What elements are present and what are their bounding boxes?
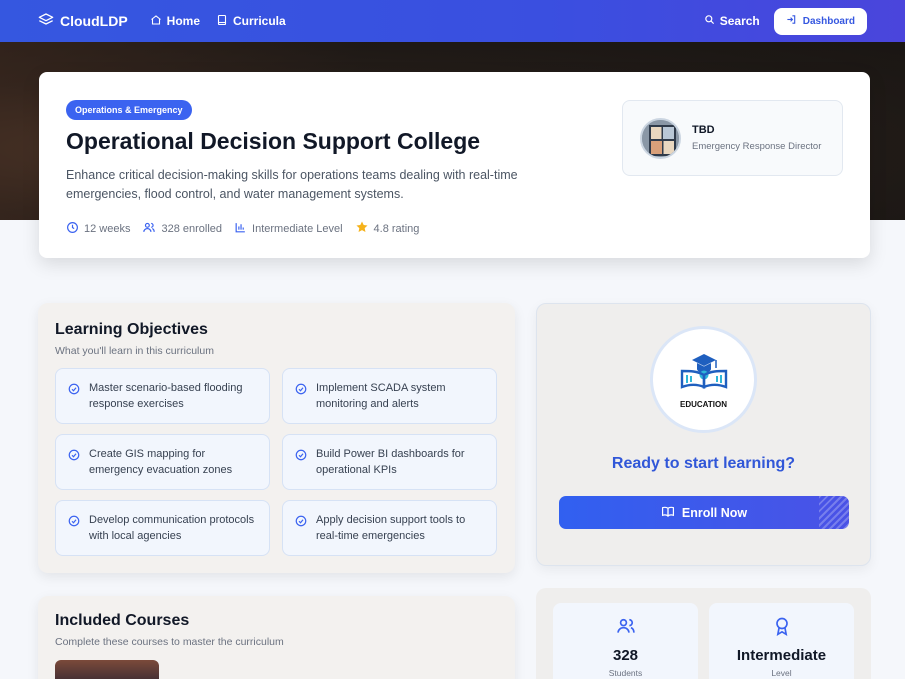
clock-icon: [66, 221, 79, 237]
open-book-icon: [661, 505, 675, 521]
instructor-role: Emergency Response Director: [692, 141, 822, 152]
ready-heading: Ready to start learning?: [611, 455, 796, 472]
nav-search-button[interactable]: Search: [704, 14, 760, 28]
nav-curricula-label: Curricula: [233, 14, 286, 28]
included-courses-card: Included Courses Complete these courses …: [38, 596, 515, 679]
meta-level: Intermediate Level: [234, 221, 343, 237]
level-stat: Intermediate Level: [709, 603, 854, 679]
meta-duration: 12 weeks: [66, 221, 130, 237]
graduation-book-icon: [674, 351, 734, 396]
education-logo-text: EDUCATION: [680, 399, 727, 409]
award-icon: [772, 616, 792, 641]
students-stat: 328 Students: [553, 603, 698, 679]
check-circle-icon: [295, 449, 307, 466]
curriculum-description: Enhance critical decision-making skills …: [66, 168, 518, 201]
top-navbar: CloudLDP Home Curricula Search Dashboard: [0, 0, 905, 42]
enroll-now-label: Enroll Now: [681, 505, 748, 520]
meta-rating: 4.8 rating: [355, 220, 420, 237]
check-circle-icon: [68, 383, 80, 400]
students-label: Students: [608, 668, 643, 678]
objective-text: Implement SCADA system monitoring and al…: [316, 382, 446, 410]
search-icon: [704, 14, 715, 28]
check-circle-icon: [68, 515, 80, 532]
courses-title: Included Courses: [55, 612, 190, 629]
objective-text: Apply decision support tools to real-tim…: [316, 514, 466, 542]
objective-text: Develop communication protocols with loc…: [89, 514, 255, 542]
bar-chart-icon: [234, 221, 247, 237]
nav-search-label: Search: [719, 14, 760, 28]
enroll-card: EDUCATION Ready to start learning? Enrol…: [536, 303, 871, 566]
curriculum-header-card: Operations & Emergency Operational Decis…: [39, 72, 870, 258]
meta-level-text: Intermediate Level: [252, 222, 343, 235]
instructor-name: TBD: [692, 124, 715, 136]
objectives-title: Learning Objectives: [55, 321, 208, 338]
objective-item: Develop communication protocols with loc…: [55, 500, 270, 556]
brand-name: CloudLDP: [60, 13, 128, 29]
objective-text: Master scenario-based flooding response …: [89, 382, 243, 410]
login-icon: [786, 14, 797, 28]
learning-objectives-card: Learning Objectives What you'll learn in…: [38, 303, 515, 573]
meta-rating-text: 4.8 rating: [373, 222, 420, 235]
meta-duration-text: 12 weeks: [84, 222, 131, 235]
star-icon: [355, 220, 369, 237]
objective-text: Build Power BI dashboards for operationa…: [316, 448, 465, 476]
check-circle-icon: [295, 383, 307, 400]
avatar: [640, 117, 681, 159]
check-circle-icon: [295, 515, 307, 532]
objective-item: Implement SCADA system monitoring and al…: [282, 368, 497, 424]
objective-item: Create GIS mapping for emergency evacuat…: [55, 434, 270, 490]
objective-text: Create GIS mapping for emergency evacuat…: [89, 448, 233, 476]
dashboard-button[interactable]: Dashboard: [773, 7, 867, 35]
nav-home-label: Home: [166, 14, 200, 28]
home-icon: [150, 14, 162, 29]
objectives-subtitle: What you'll learn in this curriculum: [55, 345, 214, 357]
instructor-card[interactable]: TBD Emergency Response Director: [622, 100, 843, 176]
users-icon: [616, 616, 636, 641]
education-logo: EDUCATION: [650, 326, 757, 433]
book-icon: [216, 14, 228, 29]
students-value: 328: [612, 647, 639, 664]
courses-subtitle: Complete these courses to master the cur…: [55, 636, 284, 648]
enroll-now-button[interactable]: Enroll Now: [559, 496, 849, 529]
curriculum-meta: 12 weeks 328 enrolled Intermediate Level…: [66, 220, 843, 237]
check-circle-icon: [68, 449, 80, 466]
brand-logo[interactable]: CloudLDP: [38, 12, 128, 31]
dashboard-label: Dashboard: [802, 15, 855, 27]
objectives-grid: Master scenario-based flooding response …: [55, 368, 498, 556]
objective-item: Master scenario-based flooding response …: [55, 368, 270, 424]
layers-icon: [38, 12, 54, 31]
course-thumbnail[interactable]: [55, 660, 159, 679]
stats-card: 328 Students Intermediate Level: [536, 588, 871, 679]
meta-enrolled-text: 328 enrolled: [161, 222, 223, 235]
meta-enrolled: 328 enrolled: [142, 221, 222, 237]
nav-curricula-link[interactable]: Curricula: [216, 14, 286, 29]
level-label: Level: [771, 668, 792, 678]
category-badge: Operations & Emergency: [66, 100, 192, 120]
objective-item: Build Power BI dashboards for operationa…: [282, 434, 497, 490]
users-icon: [142, 221, 156, 237]
nav-home-link[interactable]: Home: [150, 14, 200, 29]
level-value: Intermediate: [736, 647, 827, 664]
objective-item: Apply decision support tools to real-tim…: [282, 500, 497, 556]
